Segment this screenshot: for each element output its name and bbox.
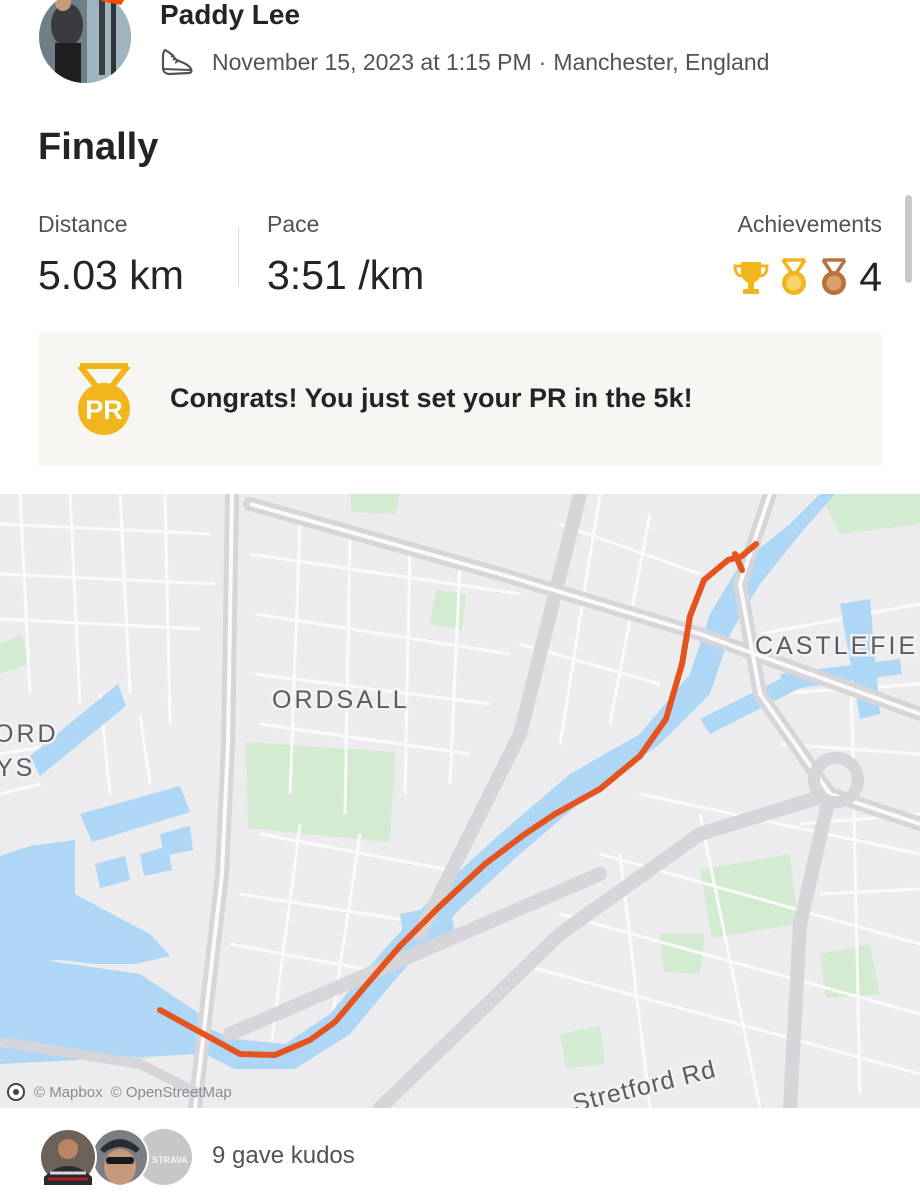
- stats-divider: [238, 228, 239, 286]
- mapbox-logo-icon: [7, 1083, 25, 1101]
- bronze-medal-icon: [821, 257, 847, 295]
- achievements-count: 4: [859, 254, 882, 300]
- map-label-ys: YS: [0, 754, 35, 782]
- mapbox-attribution[interactable]: © Mapbox: [34, 1084, 103, 1101]
- distance-label: Distance: [38, 211, 128, 237]
- kudos-avatar-1: [41, 1130, 95, 1185]
- run-shoe-icon: [161, 48, 193, 76]
- activity-title: Finally: [38, 126, 159, 168]
- map-label-ord: ORD: [0, 720, 59, 748]
- kudos-avatar-3-text: STRAVA: [152, 1155, 188, 1165]
- activity-location: Manchester, England: [553, 48, 770, 75]
- pr-message: Congrats! You just set your PR in the 5k…: [170, 383, 693, 413]
- map-label-castlefield: CASTLEFIE: [755, 632, 918, 660]
- route-map[interactable]: ORDSALL CASTLEFIE ORD YS Stretford Rd: [0, 494, 920, 1108]
- trophy-icon: [733, 261, 769, 294]
- activity-datetime: November 15, 2023 at 1:15 PM: [212, 48, 532, 75]
- athlete-name[interactable]: Paddy Lee: [160, 0, 300, 32]
- scrollbar[interactable]: [905, 195, 912, 283]
- meta-separator: ·: [538, 48, 547, 75]
- achievements-summary[interactable]: 4: [731, 254, 882, 301]
- achievements-label: Achievements: [737, 211, 882, 237]
- gold-medal-icon: [781, 257, 807, 295]
- athlete-avatar[interactable]: [37, 0, 133, 85]
- map-label-ordsall: ORDSALL: [272, 686, 410, 714]
- pr-badge-text: PR: [85, 395, 123, 425]
- pr-medal-icon: PR: [77, 363, 131, 435]
- map-attribution[interactable]: © Mapbox © OpenStreetMap: [6, 1082, 232, 1102]
- pace-value: 3:51 /km: [267, 252, 425, 298]
- kudos-avatars[interactable]: STRAVA: [38, 1127, 194, 1187]
- activity-meta: November 15, 2023 at 1:15 PM · Mancheste…: [160, 46, 769, 78]
- osm-attribution[interactable]: © OpenStreetMap: [111, 1084, 232, 1101]
- pace-label: Pace: [267, 211, 320, 237]
- kudos-count-text[interactable]: 9 gave kudos: [212, 1142, 355, 1170]
- distance-value: 5.03 km: [38, 252, 184, 298]
